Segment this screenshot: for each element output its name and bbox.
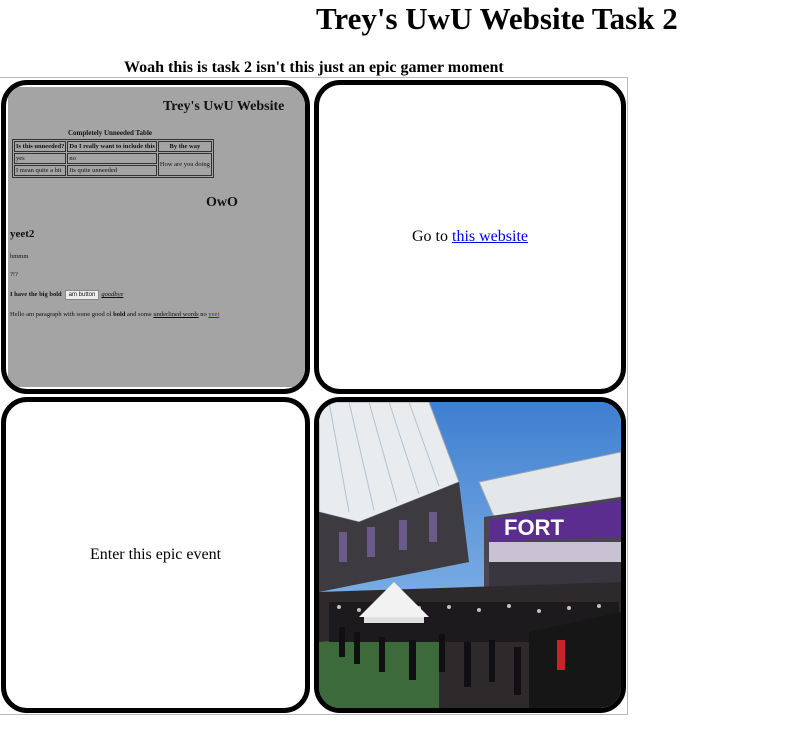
preview-table: Is this unneeded? Do I really want to in… xyxy=(12,139,214,178)
preview-yeet-heading: yeet2 xyxy=(10,228,35,240)
table-cell: yes xyxy=(14,153,67,164)
preview-button: am button xyxy=(64,290,100,300)
para-text: no xyxy=(198,311,209,318)
para-text: and some xyxy=(125,311,154,318)
preview-title: Trey's UwU Website xyxy=(163,99,285,114)
event-cell[interactable]: Enter this epic event xyxy=(1,397,310,713)
link-cell: Go to this website xyxy=(314,80,626,394)
table-header-cell: By the way xyxy=(157,141,212,152)
para-bold: bold xyxy=(113,311,126,318)
table-row: Is this unneeded? Do I really want to in… xyxy=(14,141,212,152)
preview-owo-heading: OwO xyxy=(206,195,238,210)
preview-paragraph: Hello am paragraph with some good ol bol… xyxy=(10,311,219,318)
page-subtitle: Woah this is task 2 isn't this just an e… xyxy=(124,59,504,76)
website-preview: Trey's UwU Website Completely Unneeded T… xyxy=(8,87,305,387)
table-cell: I mean quite a bit xyxy=(14,165,67,176)
event-text: Enter this epic event xyxy=(89,546,222,563)
preview-question-text: ?!? xyxy=(10,271,18,278)
table-cell: no xyxy=(67,153,157,164)
banner-text: FORT xyxy=(504,515,564,540)
para-underlined: underlined words xyxy=(153,311,199,318)
table-header-cell: Do I really want to include this xyxy=(67,141,157,152)
table-row: yes no How are you doing xyxy=(14,153,212,176)
link-cell-text: Go to this website xyxy=(319,228,621,246)
stadium-image-cell[interactable]: FORT xyxy=(314,397,626,713)
page-title: Trey's UwU Website Task 2 xyxy=(316,1,678,36)
table-header-cell: Is this unneeded? xyxy=(14,141,67,152)
preview-hmm-text: hmmm xyxy=(10,253,29,260)
link-prefix: Go to xyxy=(412,228,452,245)
para-link: yeet xyxy=(208,311,220,318)
this-website-link[interactable]: this website xyxy=(452,228,528,245)
table-cell: Its quite unneeded xyxy=(67,165,157,176)
preview-table-caption: Completely Unneeded Table xyxy=(68,129,153,137)
preview-bold-row: I have the big bold am button goodbye xyxy=(10,290,123,300)
preview-bold-text: I have the big bold xyxy=(10,291,62,298)
preview-goodbye-text: goodbye xyxy=(101,291,124,298)
stadium-image: FORT xyxy=(319,402,621,708)
website-preview-cell[interactable]: Trey's UwU Website Completely Unneeded T… xyxy=(1,80,310,394)
para-text: Hello am paragraph with some good ol xyxy=(10,311,114,318)
table-cell: How are you doing xyxy=(157,153,212,176)
